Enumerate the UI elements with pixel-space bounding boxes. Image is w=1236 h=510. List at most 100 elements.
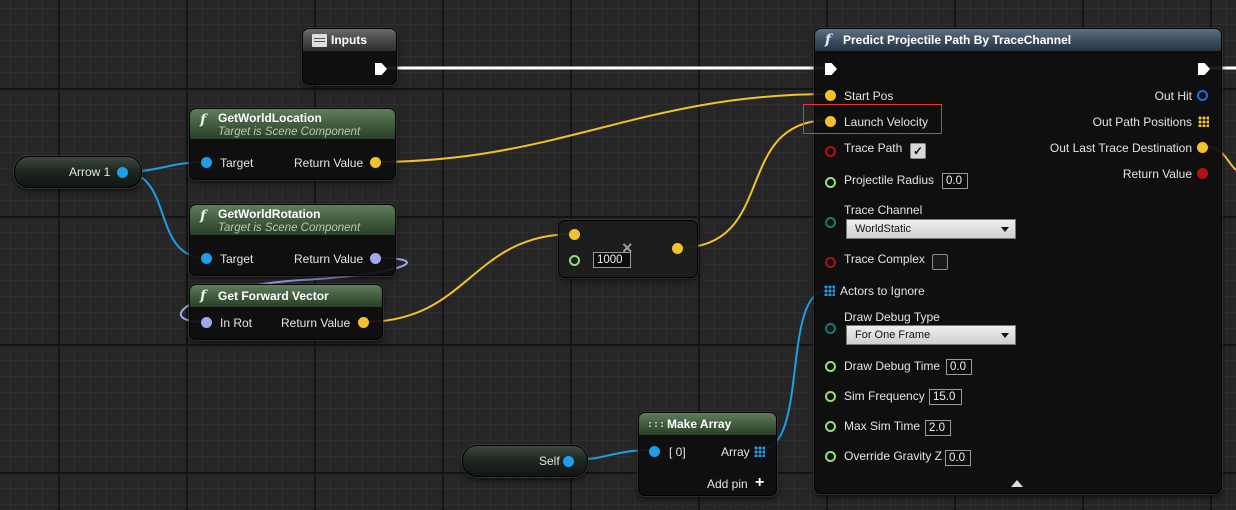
get-forward-vector-inrot-pin[interactable] — [201, 317, 212, 328]
trace-channel-label: Trace Channel — [844, 203, 923, 217]
predict-title: Predict Projectile Path By TraceChannel — [843, 33, 1072, 47]
max-sim-time-pin[interactable] — [825, 421, 836, 432]
get-world-location-node[interactable]: f GetWorldLocation Target is Scene Compo… — [189, 108, 396, 180]
multiply-out-pin[interactable] — [672, 243, 683, 254]
arrow-1-out-pin[interactable] — [117, 167, 128, 178]
array-grid-icon: ::: — [647, 419, 666, 430]
trace-complex-pin[interactable] — [825, 257, 836, 268]
sim-frequency-label: Sim Frequency — [844, 389, 925, 403]
make-array-out-pin[interactable] — [754, 446, 765, 457]
function-icon: f — [825, 32, 832, 48]
get-world-location-title: GetWorldLocation — [218, 111, 322, 125]
sim-frequency-input[interactable]: 15.0 — [929, 389, 962, 405]
return-value-pin[interactable] — [1197, 168, 1208, 179]
get-world-rotation-target-label: Target — [220, 252, 254, 266]
get-world-rotation-return-label: Return Value — [294, 252, 364, 266]
trace-channel-dropdown[interactable]: WorldStatic — [846, 219, 1016, 239]
arrow-1-variable-node[interactable]: Arrow 1 — [14, 156, 142, 188]
add-pin-plus-icon[interactable]: + — [755, 475, 764, 491]
get-world-location-return-pin[interactable] — [370, 157, 381, 168]
get-world-rotation-return-pin[interactable] — [370, 253, 381, 264]
make-array-node[interactable]: ::: Make Array [ 0] Array Add pin + — [638, 412, 777, 496]
draw-debug-type-pin[interactable] — [825, 323, 836, 334]
projectile-radius-pin[interactable] — [825, 177, 836, 188]
get-world-location-return-label: Return Value — [294, 156, 364, 170]
collapse-arrow-icon[interactable] — [1011, 480, 1023, 487]
multiply-node[interactable]: 1000 × — [558, 220, 698, 278]
get-world-rotation-title: GetWorldRotation — [218, 207, 321, 221]
function-icon: f — [200, 288, 207, 304]
max-sim-time-label: Max Sim Time — [844, 419, 921, 433]
get-world-rotation-subtitle: Target is Scene Component — [218, 222, 361, 234]
make-array-in0-label: [ 0] — [669, 445, 686, 459]
draw-debug-type-dropdown[interactable]: For One Frame — [846, 325, 1016, 345]
trace-channel-pin[interactable] — [825, 217, 836, 228]
draw-debug-type-label: Draw Debug Type — [844, 310, 940, 324]
predict-projectile-path-node[interactable]: f Predict Projectile Path By TraceChanne… — [814, 28, 1222, 494]
out-path-positions-label: Out Path Positions — [1092, 115, 1192, 129]
arrow-1-label: Arrow 1 — [69, 165, 111, 179]
out-last-trace-destination-label: Out Last Trace Destination — [1049, 141, 1192, 155]
start-pos-pin[interactable] — [825, 90, 836, 101]
trace-path-label: Trace Path — [844, 141, 903, 155]
draw-debug-time-pin[interactable] — [825, 361, 836, 372]
draw-debug-time-input[interactable]: 0.0 — [946, 359, 972, 375]
inputs-node[interactable]: Inputs — [302, 28, 397, 85]
override-gravity-z-label: Override Gravity Z — [844, 449, 943, 463]
actors-to-ignore-label: Actors to Ignore — [840, 284, 925, 298]
self-label: Self — [539, 454, 560, 468]
start-pos-label: Start Pos — [844, 89, 894, 103]
override-gravity-z-input[interactable]: 0.0 — [945, 450, 971, 466]
actors-to-ignore-pin[interactable] — [824, 285, 835, 296]
multiply-float-in-pin[interactable] — [569, 255, 580, 266]
get-forward-vector-node[interactable]: f Get Forward Vector In Rot Return Value — [189, 284, 383, 340]
get-world-location-target-label: Target — [220, 156, 254, 170]
predict-exec-in-pin[interactable] — [825, 63, 837, 75]
get-forward-vector-header: f Get Forward Vector — [190, 285, 382, 307]
predict-header: f Predict Projectile Path By TraceChanne… — [815, 29, 1221, 51]
make-array-in0-pin[interactable] — [649, 446, 660, 457]
get-forward-vector-title: Get Forward Vector — [218, 289, 329, 303]
get-forward-vector-return-label: Return Value — [281, 316, 351, 330]
inputs-header: Inputs — [303, 29, 396, 51]
out-path-positions-pin[interactable] — [1198, 116, 1209, 127]
projectile-radius-input[interactable]: 0.0 — [942, 173, 968, 189]
return-value-label: Return Value — [1122, 167, 1192, 181]
get-world-rotation-node[interactable]: f GetWorldRotation Target is Scene Compo… — [189, 204, 396, 276]
multiply-icon: × — [622, 238, 633, 258]
get-world-rotation-target-pin[interactable] — [201, 253, 212, 264]
out-hit-pin[interactable] — [1197, 90, 1208, 101]
inputs-exec-out-pin[interactable] — [375, 63, 387, 75]
trace-complex-checkbox[interactable] — [932, 254, 948, 270]
self-variable-node[interactable]: Self — [462, 445, 588, 477]
make-array-header: ::: Make Array — [639, 413, 776, 435]
chevron-down-icon — [1001, 333, 1009, 338]
inputs-title: Inputs — [331, 33, 367, 47]
chevron-down-icon — [1001, 227, 1009, 232]
override-gravity-z-pin[interactable] — [825, 451, 836, 462]
get-forward-vector-inrot-label: In Rot — [220, 316, 253, 330]
self-out-pin[interactable] — [563, 456, 574, 467]
trace-path-checkbox[interactable]: ✓ — [910, 143, 926, 159]
projectile-radius-label: Projectile Radius — [844, 173, 935, 187]
make-array-array-label: Array — [721, 445, 750, 459]
trace-path-pin[interactable] — [825, 146, 836, 157]
get-world-rotation-header: f GetWorldRotation Target is Scene Compo… — [190, 205, 395, 235]
trace-channel-selected: WorldStatic — [855, 223, 912, 235]
get-world-location-target-pin[interactable] — [201, 157, 212, 168]
predict-exec-out-pin[interactable] — [1198, 63, 1210, 75]
draw-debug-time-label: Draw Debug Time — [844, 359, 941, 373]
out-last-trace-destination-pin[interactable] — [1197, 142, 1208, 153]
get-forward-vector-return-pin[interactable] — [358, 317, 369, 328]
out-hit-label: Out Hit — [1154, 89, 1192, 103]
sim-frequency-pin[interactable] — [825, 391, 836, 402]
launch-velocity-highlight — [803, 104, 942, 134]
max-sim-time-input[interactable]: 2.0 — [925, 420, 951, 436]
function-icon: f — [200, 112, 207, 128]
get-world-location-header: f GetWorldLocation Target is Scene Compo… — [190, 109, 395, 139]
document-icon — [312, 34, 327, 47]
multiply-vector-in-pin[interactable] — [569, 229, 580, 240]
make-array-add-pin-label[interactable]: Add pin — [707, 477, 748, 491]
make-array-title: Make Array — [667, 417, 732, 431]
function-icon: f — [200, 208, 207, 224]
